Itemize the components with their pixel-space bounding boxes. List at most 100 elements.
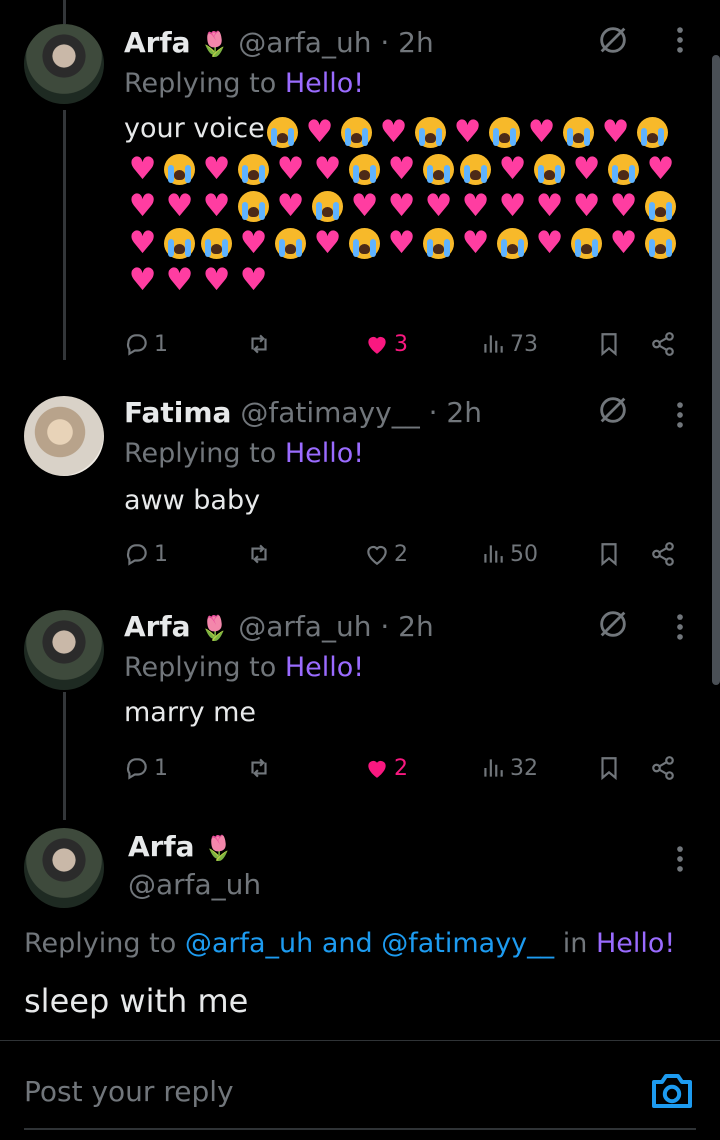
- retweet-icon: [251, 334, 267, 354]
- share-button[interactable]: [650, 534, 676, 574]
- pink-heart-icon: ♥: [128, 225, 157, 261]
- reply-icon: [126, 758, 147, 780]
- pink-heart-icon: ♥: [572, 188, 601, 224]
- handle[interactable]: @arfa_uh: [238, 610, 371, 643]
- grok-icon[interactable]: [596, 393, 630, 427]
- retweet-button[interactable]: [246, 748, 272, 788]
- pink-heart-icon: ♥: [276, 151, 305, 187]
- pink-heart-icon: ♥: [601, 114, 630, 150]
- grok-icon[interactable]: [596, 23, 630, 57]
- views-button[interactable]: 32: [480, 748, 538, 788]
- share-button[interactable]: [650, 748, 676, 788]
- like-count: 2: [394, 541, 408, 567]
- handle[interactable]: @arfa_uh: [128, 868, 261, 901]
- bookmark-button[interactable]: [596, 534, 622, 574]
- crying-face-icon: [412, 114, 449, 151]
- reply-count: 1: [154, 541, 168, 567]
- reply-icon: [126, 334, 147, 356]
- crying-face-icon: [420, 225, 457, 262]
- timestamp[interactable]: · 2h: [380, 26, 433, 59]
- pink-heart-icon: ♥: [239, 225, 268, 261]
- reply-count: 1: [154, 331, 168, 357]
- pink-heart-icon: ♥: [202, 188, 231, 224]
- reply-tweet[interactable]: Fatima @fatimayy__ · 2h Replying to Hell…: [0, 388, 720, 588]
- avatar[interactable]: [24, 610, 104, 690]
- reply-button[interactable]: 1: [124, 324, 168, 364]
- input-underline: [24, 1128, 696, 1130]
- reply-tweet[interactable]: Arfa 🌷 @arfa_uh · 2h Replying to Hello! …: [0, 18, 720, 368]
- views-button[interactable]: 50: [480, 534, 538, 574]
- more-icon[interactable]: [670, 398, 690, 432]
- more-icon[interactable]: [670, 23, 690, 57]
- retweet-button[interactable]: [246, 324, 272, 364]
- like-button[interactable]: 2: [364, 534, 408, 574]
- timestamp[interactable]: · 2h: [429, 396, 482, 429]
- avatar[interactable]: [24, 828, 104, 908]
- like-count: 3: [394, 331, 408, 357]
- pink-heart-icon: ♥: [313, 151, 342, 187]
- action-bar: 1 2 32: [124, 748, 684, 788]
- more-icon[interactable]: [670, 610, 690, 644]
- emoji-row: ♥ ♥ ♥ ♥ ♥: [124, 114, 684, 151]
- heart-filled-icon: [368, 760, 386, 778]
- reply-count: 1: [154, 755, 168, 781]
- replying-link[interactable]: Hello!: [285, 652, 364, 683]
- retweet-button[interactable]: [246, 534, 272, 574]
- handle[interactable]: @arfa_uh: [238, 26, 371, 59]
- pink-heart-icon: ♥: [572, 151, 601, 187]
- like-button[interactable]: 3: [364, 324, 408, 364]
- display-name[interactable]: Arfa: [124, 610, 191, 643]
- views-icon: [484, 335, 503, 353]
- avatar[interactable]: [24, 396, 104, 476]
- display-name[interactable]: Fatima: [124, 396, 231, 429]
- crying-face-icon: [457, 151, 494, 188]
- bookmark-icon: [601, 333, 617, 357]
- pink-heart-icon: ♥: [461, 225, 490, 261]
- crying-face-icon: [494, 225, 531, 262]
- action-bar: 1 3 73: [124, 324, 684, 364]
- pink-heart-icon: ♥: [128, 188, 157, 224]
- replying-to: Replying to @arfa_uh and @fatimayy__ in …: [24, 928, 676, 959]
- mention-link[interactable]: @arfa_uh: [185, 928, 313, 959]
- camera-icon[interactable]: [648, 1066, 696, 1114]
- pink-heart-icon: ♥: [202, 151, 231, 187]
- views-button[interactable]: 73: [480, 324, 538, 364]
- thread-link[interactable]: Hello!: [596, 928, 675, 959]
- bookmark-button[interactable]: [596, 324, 622, 364]
- display-name[interactable]: Arfa: [128, 830, 195, 863]
- views-icon: [484, 759, 503, 777]
- grok-icon[interactable]: [596, 607, 630, 641]
- mention-link[interactable]: @fatimayy__: [381, 928, 554, 959]
- reply-button[interactable]: 1: [124, 748, 168, 788]
- handle[interactable]: @fatimayy__: [240, 396, 419, 429]
- reply-input[interactable]: Post your reply: [24, 1075, 234, 1108]
- crying-face-icon: [338, 114, 375, 151]
- crying-face-icon: [346, 151, 383, 188]
- share-button[interactable]: [650, 324, 676, 364]
- timestamp[interactable]: · 2h: [380, 610, 433, 643]
- avatar[interactable]: [24, 24, 104, 104]
- reply-button[interactable]: 1: [124, 534, 168, 574]
- crying-face-icon: [531, 151, 568, 188]
- bookmark-button[interactable]: [596, 748, 622, 788]
- pink-heart-icon: ♥: [305, 114, 334, 150]
- pink-heart-icon: ♥: [387, 188, 416, 224]
- more-icon[interactable]: [670, 842, 690, 876]
- tweet-header: Fatima @fatimayy__ · 2h: [124, 396, 482, 429]
- tweet-text: marry me: [124, 697, 257, 728]
- pink-heart-icon: ♥: [165, 188, 194, 224]
- pink-heart-icon: ♥: [609, 225, 638, 261]
- crying-face-icon: [560, 114, 597, 151]
- pink-heart-icon: ♥: [128, 262, 157, 298]
- like-button[interactable]: 2: [364, 748, 408, 788]
- view-count: 32: [510, 755, 538, 781]
- replying-link[interactable]: Hello!: [285, 68, 364, 99]
- emoji-row: ♥ ♥ ♥ ♥: [124, 262, 684, 299]
- scrollbar[interactable]: [712, 55, 720, 685]
- heart-icon: [367, 545, 387, 566]
- display-name[interactable]: Arfa: [124, 26, 191, 59]
- crying-face-icon: [161, 151, 198, 188]
- replying-link[interactable]: Hello!: [285, 438, 364, 469]
- reply-icon: [126, 544, 147, 566]
- reply-tweet[interactable]: Arfa 🌷 @arfa_uh · 2h Replying to Hello! …: [0, 602, 720, 802]
